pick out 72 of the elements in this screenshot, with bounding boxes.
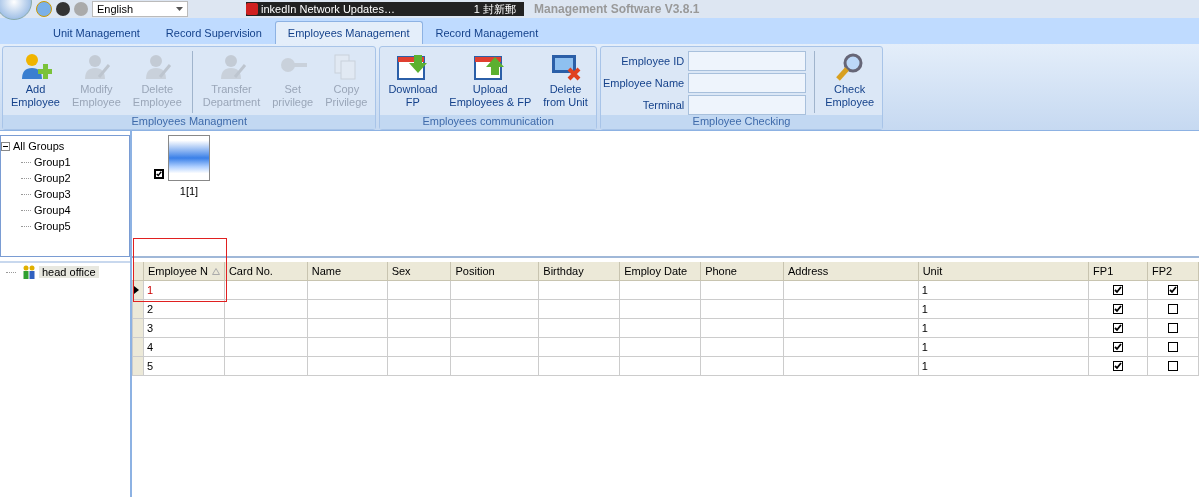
input-field[interactable] [688,95,807,115]
checkbox[interactable] [154,169,164,179]
checkbox[interactable] [1168,304,1178,314]
ribbon-tab[interactable]: Record Management [422,21,552,44]
theme-icon[interactable] [56,2,70,16]
column-header[interactable]: Unit [918,262,1089,281]
ribbon-tab[interactable]: Employees Management [274,21,423,44]
column-header[interactable]: Name [307,262,388,281]
ribbon-button[interactable]: Add Employee [5,51,66,109]
group-title: Employee Checking [600,115,883,129]
table-cell: 1 [918,299,1089,319]
tree-item[interactable]: head office [39,266,99,278]
column-header[interactable]: Card No. [224,262,308,281]
photo-placeholder [168,135,210,181]
tree-item[interactable]: Group5 [34,220,71,232]
column-header[interactable]: Phone [700,262,784,281]
column-header[interactable]: Address [783,262,919,281]
tree-item[interactable]: All Groups [13,140,65,152]
ribbon-button[interactable]: Upload Employees & FP [443,51,538,109]
notification-icon [246,3,258,15]
tree-item[interactable]: Group1 [34,156,71,168]
sort-icon [211,268,220,275]
tree-item[interactable]: Group4 [34,204,71,216]
checkbox[interactable] [1113,323,1124,333]
ribbon-tab[interactable]: Record Supervision [152,21,275,44]
row-header[interactable] [132,280,144,300]
table-cell: 1 [918,318,1089,338]
row-pointer-icon [133,286,139,294]
notification-count: 1 封新郵 [473,1,516,17]
table-cell: 1 [918,337,1089,357]
table-cell: 1 [918,280,1089,300]
caret-icon[interactable] [176,7,183,11]
column-header[interactable]: Employ Date [619,262,701,281]
language-dropdown[interactable]: English [92,1,188,17]
checkbox[interactable] [1168,361,1178,371]
tree-item[interactable]: Group2 [34,172,71,184]
column-header[interactable]: FP1 [1088,262,1148,281]
table-cell: 3 [143,318,225,338]
field-label: Employee ID [620,55,685,67]
ribbon-tab[interactable]: Unit Management [40,21,153,44]
window-title: Management Software V3.8.1 [534,2,700,16]
table-cell: 2 [143,299,225,319]
group-title: Employees Managment [3,115,376,129]
checkbox[interactable] [1113,361,1124,371]
tree-item[interactable]: Group3 [34,188,71,200]
table-cell: 5 [143,356,225,376]
ribbon-button[interactable]: Download FP [382,51,444,109]
checkbox[interactable] [1168,342,1178,352]
field-label: Terminal [641,99,685,111]
ribbon-button[interactable]: Delete from Unit [537,51,594,109]
checkbox[interactable] [1168,285,1178,295]
checkbox[interactable] [1168,323,1178,333]
field-label: Employee Name [602,77,685,89]
people-icon [23,265,35,279]
checkbox[interactable] [1113,285,1124,295]
table-cell: 1 [918,356,1089,376]
group-title: Employees communication [380,115,596,129]
thumbnail-label: 1[1] [179,185,199,197]
column-header[interactable]: FP2 [1147,262,1199,281]
column-header[interactable]: Birthday [538,262,620,281]
checkbox[interactable] [1113,304,1124,314]
input-field[interactable] [688,73,807,93]
checkbox[interactable] [1113,342,1124,352]
ribbon-button[interactable]: Check Employee [819,51,881,109]
column-header[interactable]: Position [451,262,539,281]
collapse-icon[interactable] [1,141,10,151]
table-cell: 1 [143,280,225,300]
notification-text: inkedIn Network Updates… [261,3,395,15]
column-header[interactable]: Sex [387,262,451,281]
column-header[interactable]: Employee N [143,262,225,281]
table-cell: 4 [143,337,225,357]
input-field[interactable] [688,51,807,71]
